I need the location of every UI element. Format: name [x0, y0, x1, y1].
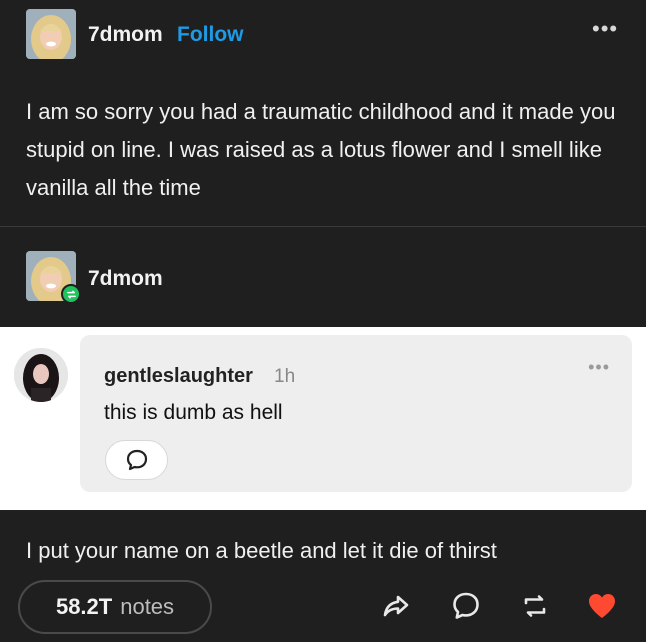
comment-panel: gentleslaughter 1h ••• this is dumb as h… — [0, 327, 646, 510]
notes-label: notes — [120, 594, 175, 619]
post-header: 7dmom Follow ••• — [0, 0, 646, 70]
notes-button[interactable]: 58.2T notes — [18, 580, 212, 634]
heart-icon[interactable] — [586, 590, 618, 622]
op-post-text: I am so sorry you had a traumatic childh… — [26, 99, 616, 200]
comment-text: this is dumb as hell — [104, 401, 283, 424]
comment-timestamp: 1h — [274, 366, 296, 387]
divider — [0, 226, 646, 227]
reblog-icon[interactable] — [519, 590, 551, 622]
comment-more-dots-icon[interactable]: ••• — [588, 357, 610, 378]
avatar[interactable] — [26, 9, 76, 59]
commenter-avatar[interactable] — [14, 348, 68, 402]
share-icon[interactable] — [380, 590, 412, 622]
reply-text: I put your name on a beetle and let it d… — [26, 538, 497, 563]
reblogger-username[interactable]: 7dmom — [88, 267, 163, 291]
more-dots-icon[interactable]: ••• — [592, 16, 618, 42]
comment-card: gentleslaughter 1h ••• this is dumb as h… — [80, 335, 632, 492]
reply-button[interactable] — [105, 440, 168, 480]
notes-count: 58.2T — [55, 594, 113, 619]
follow-button[interactable]: Follow — [177, 23, 244, 47]
speech-bubble-icon — [126, 449, 147, 471]
comment-icon[interactable] — [450, 590, 482, 622]
comment-author[interactable]: gentleslaughter — [104, 365, 253, 388]
reblog-badge-icon — [61, 284, 81, 304]
op-username[interactable]: 7dmom — [88, 23, 163, 47]
